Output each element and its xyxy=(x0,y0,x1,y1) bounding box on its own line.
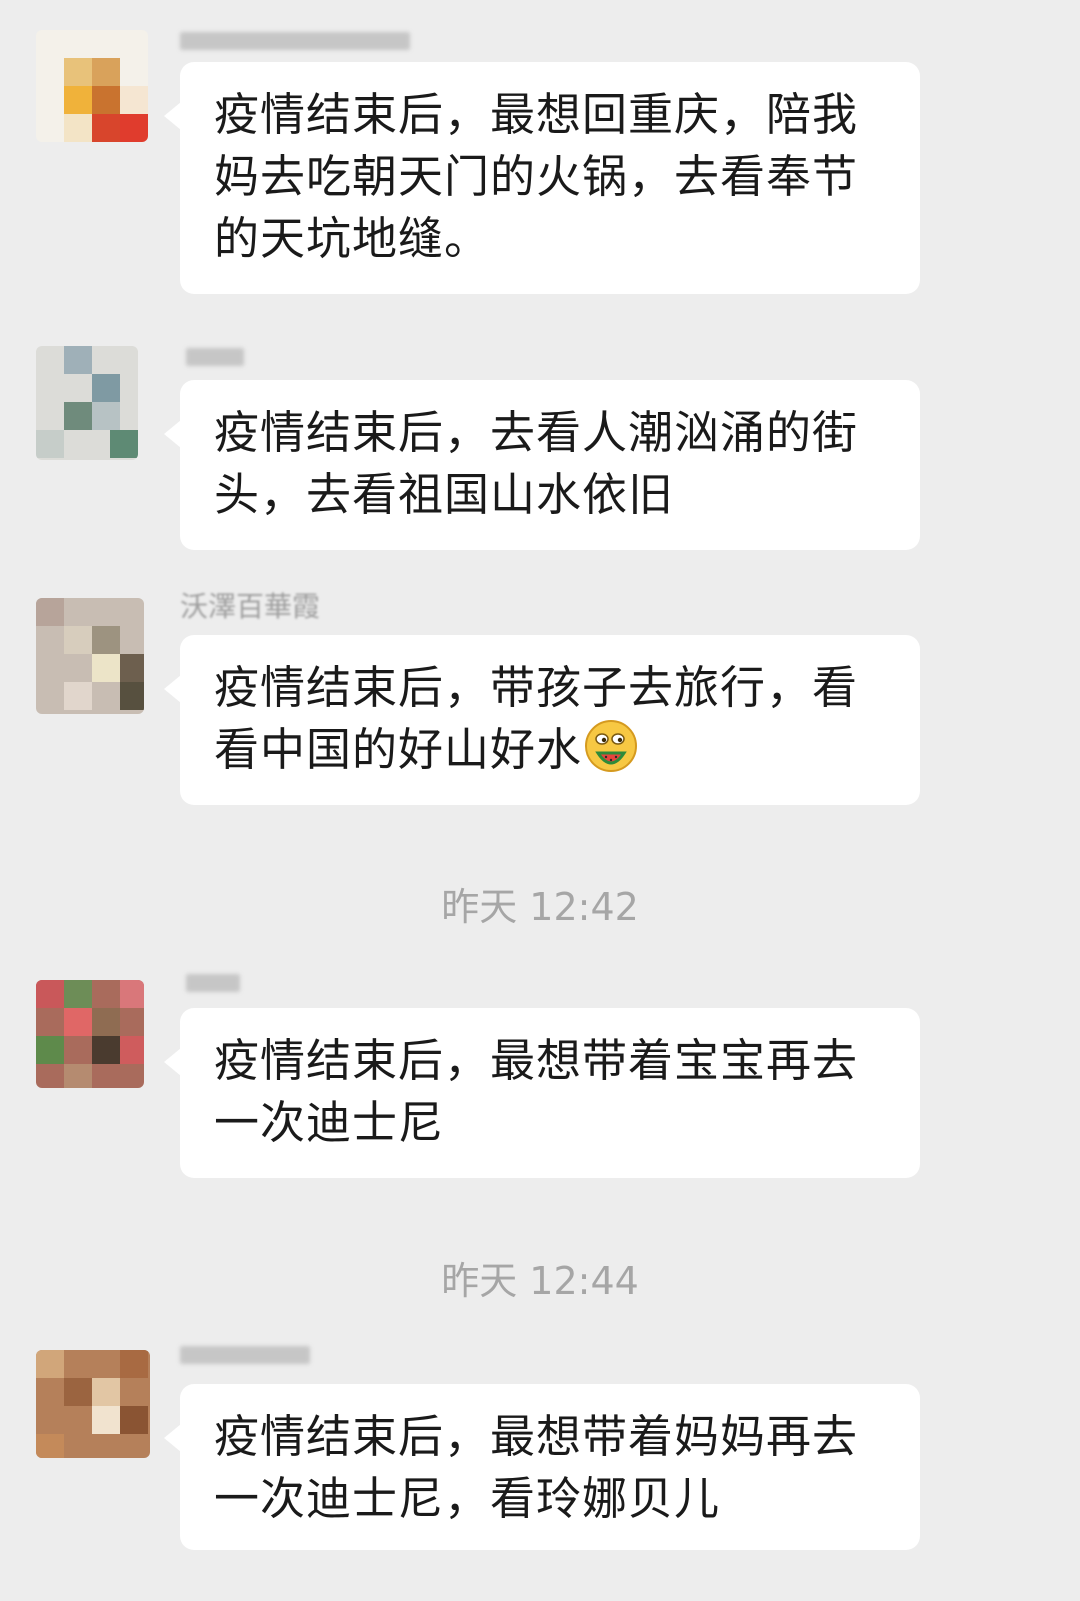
message-text: 疫情结束后，带孩子去旅行，看看中国的好山好水 xyxy=(214,661,859,776)
avatar[interactable] xyxy=(36,30,148,142)
message-bubble[interactable]: 疫情结束后，最想带着妈妈再去一次迪士尼，看玲娜贝儿 xyxy=(164,1384,920,1550)
sender-name: 沃澤百華霞 xyxy=(180,590,321,623)
timestamp: 昨天 12:42 xyxy=(441,885,639,929)
avatar[interactable] xyxy=(36,980,144,1088)
sender-name xyxy=(180,342,440,372)
message-bubble[interactable]: 疫情结束后，最想带着宝宝再去一次迪士尼 xyxy=(164,1008,920,1178)
sender-name xyxy=(180,968,440,998)
timestamp: 昨天 12:44 xyxy=(441,1259,639,1303)
message-bubble[interactable]: 疫情结束后，最想回重庆，陪我妈去吃朝天门的火锅，去看奉节的天坑地缝。 xyxy=(164,62,920,294)
avatar[interactable] xyxy=(36,346,138,460)
message-bubble[interactable]: 疫情结束后，带孩子去旅行，看看中国的好山好水 xyxy=(164,635,920,805)
chat-history: 疫情结束后，最想回重庆，陪我妈去吃朝天门的火锅，去看奉节的天坑地缝。 疫情结束后… xyxy=(0,0,1080,1601)
sender-name xyxy=(180,1340,440,1370)
avatar[interactable] xyxy=(36,598,144,714)
message-text: 疫情结束后，最想带着妈妈再去一次迪士尼，看玲娜贝儿 xyxy=(214,1410,859,1525)
sender-name xyxy=(180,26,440,56)
message-text: 疫情结束后，去看人潮汹涌的街头，去看祖国山水依旧 xyxy=(214,406,859,521)
message-text: 疫情结束后，最想带着宝宝再去一次迪士尼 xyxy=(214,1034,859,1149)
watermelon-face-emoji xyxy=(585,720,638,772)
avatar[interactable] xyxy=(36,1350,150,1458)
message-text: 疫情结束后，最想回重庆，陪我妈去吃朝天门的火锅，去看奉节的天坑地缝。 xyxy=(214,88,859,265)
message-bubble[interactable]: 疫情结束后，去看人潮汹涌的街头，去看祖国山水依旧 xyxy=(164,380,920,550)
